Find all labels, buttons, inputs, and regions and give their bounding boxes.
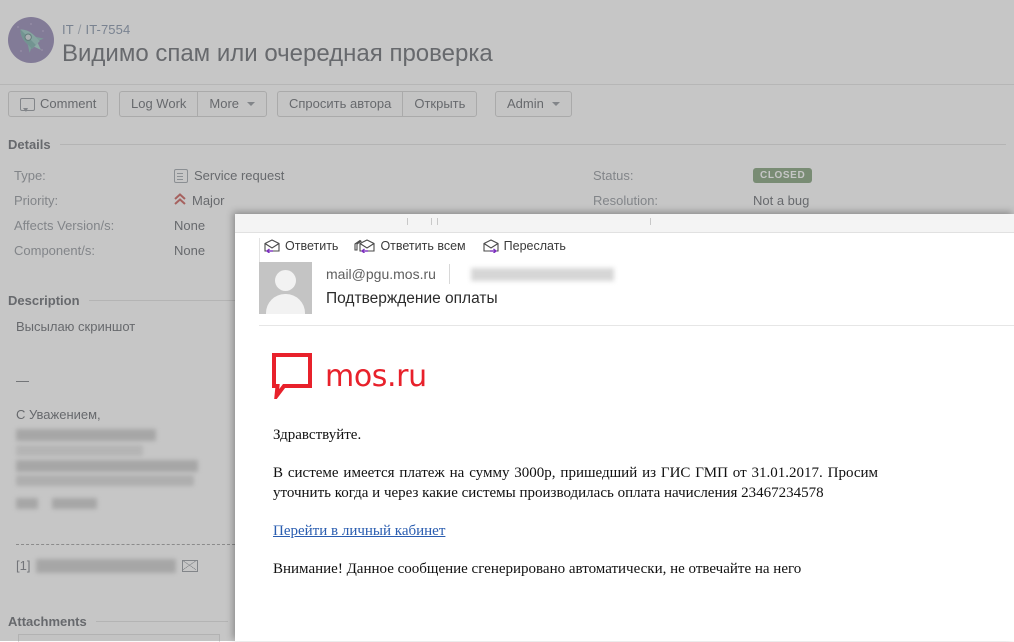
- field-label: Affects Version/s:: [14, 218, 174, 233]
- breadcrumb-project-link[interactable]: IT: [62, 22, 74, 37]
- mos-ru-logo-text: mos.ru: [325, 359, 427, 394]
- field-value-text: None: [174, 218, 205, 233]
- field-value-text: Major: [192, 193, 225, 208]
- email-ribbon-strip: [235, 214, 1014, 233]
- document-icon: [174, 169, 188, 183]
- field-value-text: Service request: [194, 168, 284, 183]
- issue-toolbar: Comment Log Work More Спросить автора От…: [0, 85, 1014, 129]
- reply-button[interactable]: Ответить: [263, 239, 338, 253]
- more-button-label: More: [209, 91, 239, 117]
- divider: [96, 621, 228, 622]
- email-paragraph: В системе имеется платеж на сумму 3000р,…: [273, 463, 878, 503]
- email-subject: Подтверждение оплаты: [326, 290, 498, 308]
- reply-icon: [263, 239, 281, 253]
- log-work-button[interactable]: Log Work: [119, 91, 197, 117]
- project-avatar-rocket-icon: [8, 17, 54, 63]
- breadcrumb-issue-link[interactable]: IT-7554: [85, 22, 130, 37]
- comment-icon: [20, 98, 35, 111]
- comment-button[interactable]: Comment: [8, 91, 108, 117]
- field-value: CLOSED: [753, 168, 812, 183]
- open-button[interactable]: Открыть: [402, 91, 477, 117]
- email-preview-panel: Ответить Ответить всем Переслать mai: [235, 214, 1014, 641]
- reply-button-label: Ответить: [285, 239, 338, 253]
- sender-avatar: [259, 262, 312, 314]
- chevron-down-icon: [247, 102, 255, 106]
- more-button[interactable]: More: [197, 91, 267, 117]
- field-label: Status:: [593, 168, 753, 183]
- details-section-title: Details: [8, 137, 51, 152]
- reply-all-button-label: Ответить всем: [380, 239, 465, 253]
- field-value: Major: [174, 193, 225, 208]
- mos-ru-logo: mos.ru: [271, 353, 427, 399]
- description-section-title: Description: [8, 293, 80, 308]
- forward-button-label: Переслать: [504, 239, 566, 253]
- page-title: Видимо спам или очередная проверка: [62, 40, 493, 68]
- priority-major-icon: [174, 193, 186, 208]
- toolbar-group-transitions: Спросить автора Открыть: [277, 91, 477, 117]
- field-row: Resolution: Not a bug: [593, 188, 993, 213]
- email-body: Здравствуйте. В системе имеется платеж н…: [273, 425, 878, 597]
- admin-button-label: Admin: [507, 91, 544, 117]
- email-notice: Внимание! Данное сообщение сгенерировано…: [273, 559, 878, 579]
- redacted-text: [52, 498, 97, 509]
- breadcrumb: IT /IT-7554: [62, 22, 130, 37]
- forward-button[interactable]: Переслать: [482, 239, 566, 253]
- open-button-label: Открыть: [414, 91, 465, 117]
- sender-address: mail@pgu.mos.ru: [326, 266, 436, 282]
- mos-ru-speech-bubble-logo-icon: [271, 353, 313, 399]
- reply-all-button[interactable]: Ответить всем: [354, 239, 465, 253]
- field-value: Service request: [174, 168, 284, 183]
- redacted-text: [16, 498, 38, 509]
- field-row: Status: CLOSED: [593, 163, 993, 188]
- forward-icon: [482, 239, 500, 253]
- issue-header: IT /IT-7554 Видимо спам или очередная про…: [0, 0, 1014, 85]
- toolbar-group-comment: Comment: [8, 91, 108, 117]
- redacted-text: [16, 475, 194, 486]
- field-value-text: None: [174, 243, 205, 258]
- toolbar-group-admin: Admin: [495, 91, 572, 117]
- field-row: Priority: Major: [14, 188, 444, 213]
- redacted-text: [16, 445, 143, 456]
- field-label: Component/s:: [14, 243, 174, 258]
- comment-button-label: Comment: [40, 91, 96, 117]
- breadcrumb-separator: /: [78, 22, 82, 37]
- attachments-section-header: Attachments: [8, 614, 228, 629]
- reply-all-icon: [354, 239, 376, 253]
- attachment-reference-row: [1]: [16, 558, 198, 573]
- divider: [449, 264, 450, 284]
- attachment-index: [1]: [16, 558, 30, 573]
- divider: [60, 144, 1006, 145]
- email-greeting: Здравствуйте.: [273, 425, 878, 445]
- status-badge: CLOSED: [753, 168, 812, 183]
- redacted-text: [16, 460, 198, 472]
- envelope-icon: [182, 560, 198, 572]
- redacted-text: [36, 559, 176, 573]
- field-value-text: Not a bug: [753, 193, 809, 208]
- field-label: Resolution:: [593, 193, 753, 208]
- toolbar-group-work: Log Work More: [119, 91, 267, 117]
- field-label: Priority:: [14, 193, 174, 208]
- field-label: Type:: [14, 168, 174, 183]
- log-work-button-label: Log Work: [131, 91, 186, 117]
- personal-cabinet-link[interactable]: Перейти в личный кабинет: [273, 523, 445, 539]
- email-action-bar: Ответить Ответить всем Переслать: [263, 239, 566, 253]
- ask-author-button[interactable]: Спросить автора: [277, 91, 402, 117]
- ask-author-button-label: Спросить автора: [289, 91, 391, 117]
- chevron-down-icon: [552, 102, 560, 106]
- details-right-fields: Status: CLOSED Resolution: Not a bug: [593, 163, 993, 213]
- divider: [259, 325, 1014, 326]
- field-row: Type: Service request: [14, 163, 444, 188]
- admin-button[interactable]: Admin: [495, 91, 572, 117]
- details-section-header: Details: [8, 137, 1006, 152]
- redacted-text: [16, 429, 156, 441]
- attachments-section-title: Attachments: [8, 614, 87, 629]
- recipient-redacted: [471, 268, 614, 281]
